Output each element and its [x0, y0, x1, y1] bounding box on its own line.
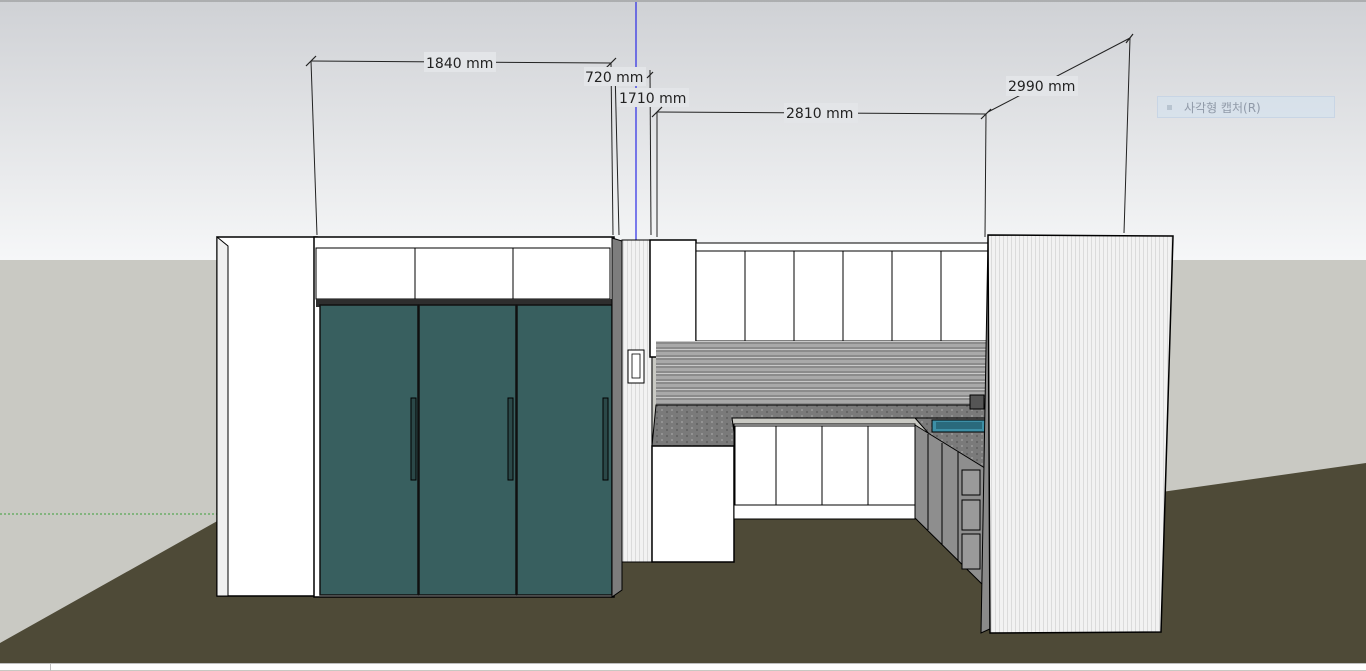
upper-cabinet-strip	[695, 242, 989, 252]
upper-cabinet-b[interactable]	[744, 250, 795, 342]
fridge-upper-cabinet-3[interactable]	[512, 247, 611, 300]
base-cabinet-door-3[interactable]	[821, 425, 869, 506]
fridge-handle-1	[410, 397, 417, 481]
tall-left-panel[interactable]	[216, 236, 318, 597]
divider-panel-striped[interactable]	[621, 239, 653, 563]
fridge-handle-3	[602, 397, 609, 481]
rect-capture-overlay[interactable]: 사각형 캡처(R)	[1157, 96, 1335, 118]
dimension-label-2990: 2990 mm	[1008, 79, 1075, 95]
drawer-front-1[interactable]	[961, 469, 981, 496]
divider-panel-dark	[611, 237, 623, 598]
capture-icon	[1167, 104, 1172, 110]
fridge-door-3[interactable]	[516, 304, 613, 596]
upper-cabinet-a[interactable]	[695, 250, 746, 342]
fridge-upper-cabinet-2[interactable]	[414, 247, 514, 300]
upper-cabinet-e[interactable]	[891, 250, 942, 342]
peninsula-cabinet[interactable]	[651, 445, 735, 563]
status-bar-strip	[0, 663, 1366, 671]
upper-cabinet-f[interactable]	[940, 250, 989, 342]
fridge-upper-cabinet-1[interactable]	[315, 247, 416, 300]
dimension-label-1710: 1710 mm	[619, 91, 686, 107]
dimension-label-720: 720 mm	[585, 70, 643, 86]
drawer-front-2[interactable]	[961, 499, 981, 531]
base-cabinet-door-4[interactable]	[867, 425, 916, 506]
fridge-handle-2	[507, 397, 514, 481]
fridge-door-2[interactable]	[418, 304, 517, 596]
fridge-door-1[interactable]	[319, 304, 419, 596]
rect-capture-label: 사각형 캡처(R)	[1184, 100, 1261, 115]
faucet[interactable]	[969, 394, 985, 410]
dimension-label-1840: 1840 mm	[426, 56, 493, 72]
dimension-label-2810: 2810 mm	[786, 106, 853, 122]
upper-cabinet-d[interactable]	[842, 250, 893, 342]
upper-cabinet-c[interactable]	[793, 250, 844, 342]
wall-switch-inner	[631, 353, 641, 379]
base-cabinet-door-2[interactable]	[775, 425, 823, 506]
base-cabinet-door-1[interactable]	[734, 425, 777, 506]
tall-right-panel[interactable]	[987, 234, 1174, 634]
backsplash-tile	[656, 341, 986, 405]
drawer-front-3[interactable]	[961, 533, 981, 570]
upper-cabinet-corner[interactable]	[649, 239, 697, 358]
sketchup-viewport[interactable]: 1840 mm 720 mm 1710 mm 2810 mm 2990 mm 사…	[0, 0, 1366, 671]
sky-background	[0, 0, 1366, 260]
sink-basin-inner	[936, 422, 982, 429]
tall-left-panel-side	[216, 235, 229, 597]
